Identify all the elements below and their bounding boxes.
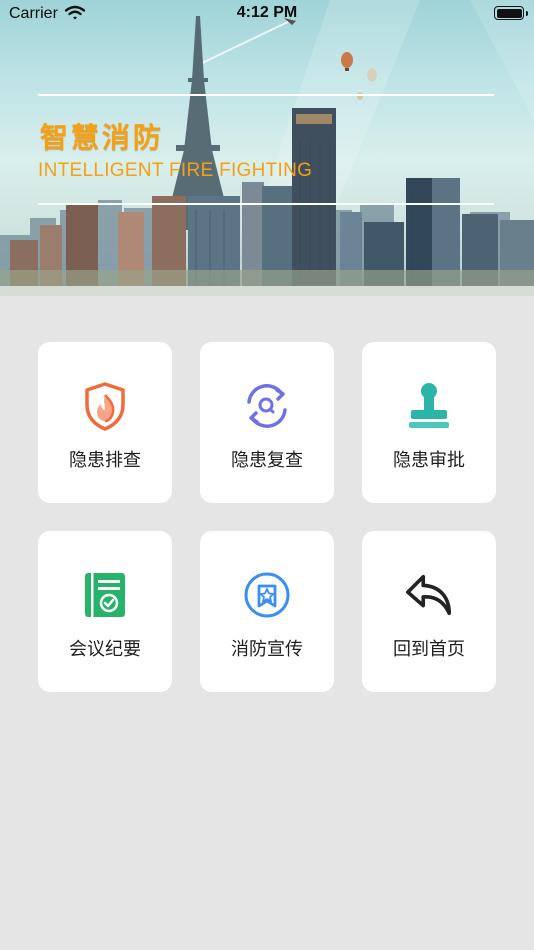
menu-fire-publicity[interactable]: 消防宣传 bbox=[200, 531, 334, 692]
menu-label: 消防宣传 bbox=[231, 639, 303, 660]
banner-divider-bottom bbox=[38, 203, 494, 205]
fire-shield-icon bbox=[80, 380, 130, 432]
menu-label: 隐患排查 bbox=[69, 450, 141, 471]
header-banner: 智慧消防 INTELLIGENT FIRE FIGHTING bbox=[0, 0, 534, 296]
menu-hazard-approval[interactable]: 隐患审批 bbox=[362, 342, 496, 503]
clock: 4:12 PM bbox=[236, 4, 298, 21]
menu-label: 回到首页 bbox=[393, 639, 465, 660]
status-bar: Carrier 4:12 PM bbox=[0, 0, 534, 28]
banner-divider-top bbox=[38, 94, 494, 96]
back-arrow-icon bbox=[404, 569, 454, 621]
stamp-icon bbox=[404, 380, 454, 432]
menu-label: 隐患复查 bbox=[231, 450, 303, 471]
document-check-icon bbox=[80, 569, 130, 621]
banner-title: 智慧消防 bbox=[40, 121, 165, 154]
battery-icon bbox=[494, 6, 528, 20]
menu-label: 会议纪要 bbox=[69, 639, 141, 660]
menu-meeting-minutes[interactable]: 会议纪要 bbox=[38, 531, 172, 692]
banner-subtitle: INTELLIGENT FIRE FIGHTING bbox=[38, 160, 313, 181]
menu-hazard-inspection[interactable]: 隐患排查 bbox=[38, 342, 172, 503]
refresh-search-icon bbox=[242, 380, 292, 432]
menu-label: 隐患审批 bbox=[393, 450, 465, 471]
menu-back-home[interactable]: 回到首页 bbox=[362, 531, 496, 692]
star-badge-icon bbox=[242, 569, 292, 621]
menu-hazard-recheck[interactable]: 隐患复查 bbox=[200, 342, 334, 503]
